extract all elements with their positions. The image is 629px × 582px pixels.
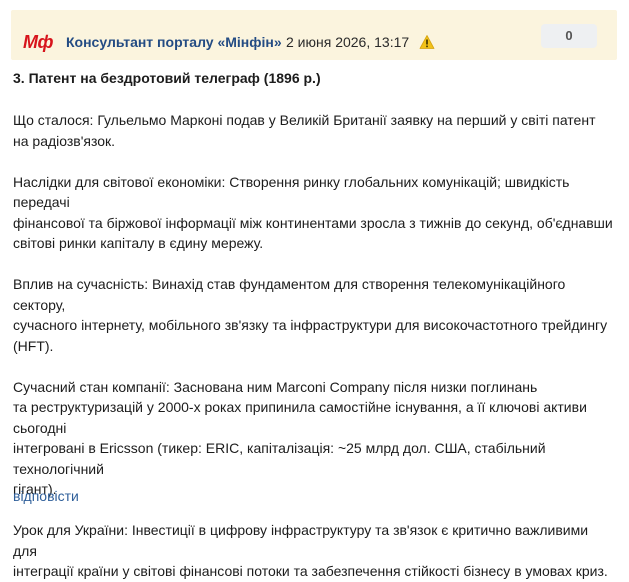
author-name[interactable]: Консультант порталу «Мінфін»	[66, 33, 282, 51]
paragraph-line: Наслідки для світової економіки: Створен…	[13, 173, 570, 211]
warning-triangle-icon[interactable]	[419, 34, 435, 50]
paragraph-line: Що сталося: Гульельмо Марконі подав у Ве…	[13, 112, 596, 128]
comment-body: 3. Патент на бездротовий телеграф (1896 …	[13, 68, 613, 582]
comment-date: 2 июня 2026, 13:17	[286, 34, 410, 50]
paragraph-line: (HFT).	[13, 337, 54, 354]
paragraph-line: та реструктуризацій у 2000-х роках припи…	[13, 399, 587, 436]
paragraph-line: сучасного інтернету, мобільного зв'язку …	[13, 317, 608, 333]
paragraph-line: фінансової та біржової інформації між ко…	[13, 214, 613, 231]
paragraph-economy-impact: Наслідки для світової економіки: Створен…	[13, 172, 613, 254]
paragraph-company-status: Сучасний стан компанії: Заснована ним Ma…	[13, 377, 613, 500]
paragraph-what-happened: Що сталося: Гульельмо Марконі подав у Ве…	[13, 110, 613, 151]
paragraph-line: інтегровані в Ericsson (тикер: ERIC, кап…	[13, 440, 546, 477]
rating-counter[interactable]: 0	[541, 24, 597, 48]
paragraph-line: світові ринки капіталу в єдину мережу.	[13, 235, 264, 251]
reply-link[interactable]: відповісти	[13, 487, 79, 505]
minfin-logo: Мф	[23, 32, 53, 52]
paragraph-line: інтеграції країни у світові фінансові по…	[13, 563, 608, 579]
paragraph-line: Сучасний стан компанії: Заснована ним Ma…	[13, 378, 538, 395]
comment-header: Мф Консультант порталу «Мінфін» 2 июня 2…	[11, 10, 617, 60]
paragraph-ukraine-lesson: Урок для України: Інвестиції в цифрову і…	[13, 520, 613, 582]
paragraph-line: на радіозв'язок.	[13, 132, 116, 149]
paragraph-line: Вплив на сучасність: Винахід став фундам…	[13, 276, 566, 313]
post-title: 3. Патент на бездротовий телеграф (1896 …	[13, 70, 321, 86]
paragraph-line: гігант).	[13, 481, 57, 497]
paragraph-line: Урок для України: Інвестиції в цифрову і…	[13, 522, 589, 559]
paragraph-modern-impact: Вплив на сучасність: Винахід став фундам…	[13, 274, 613, 356]
